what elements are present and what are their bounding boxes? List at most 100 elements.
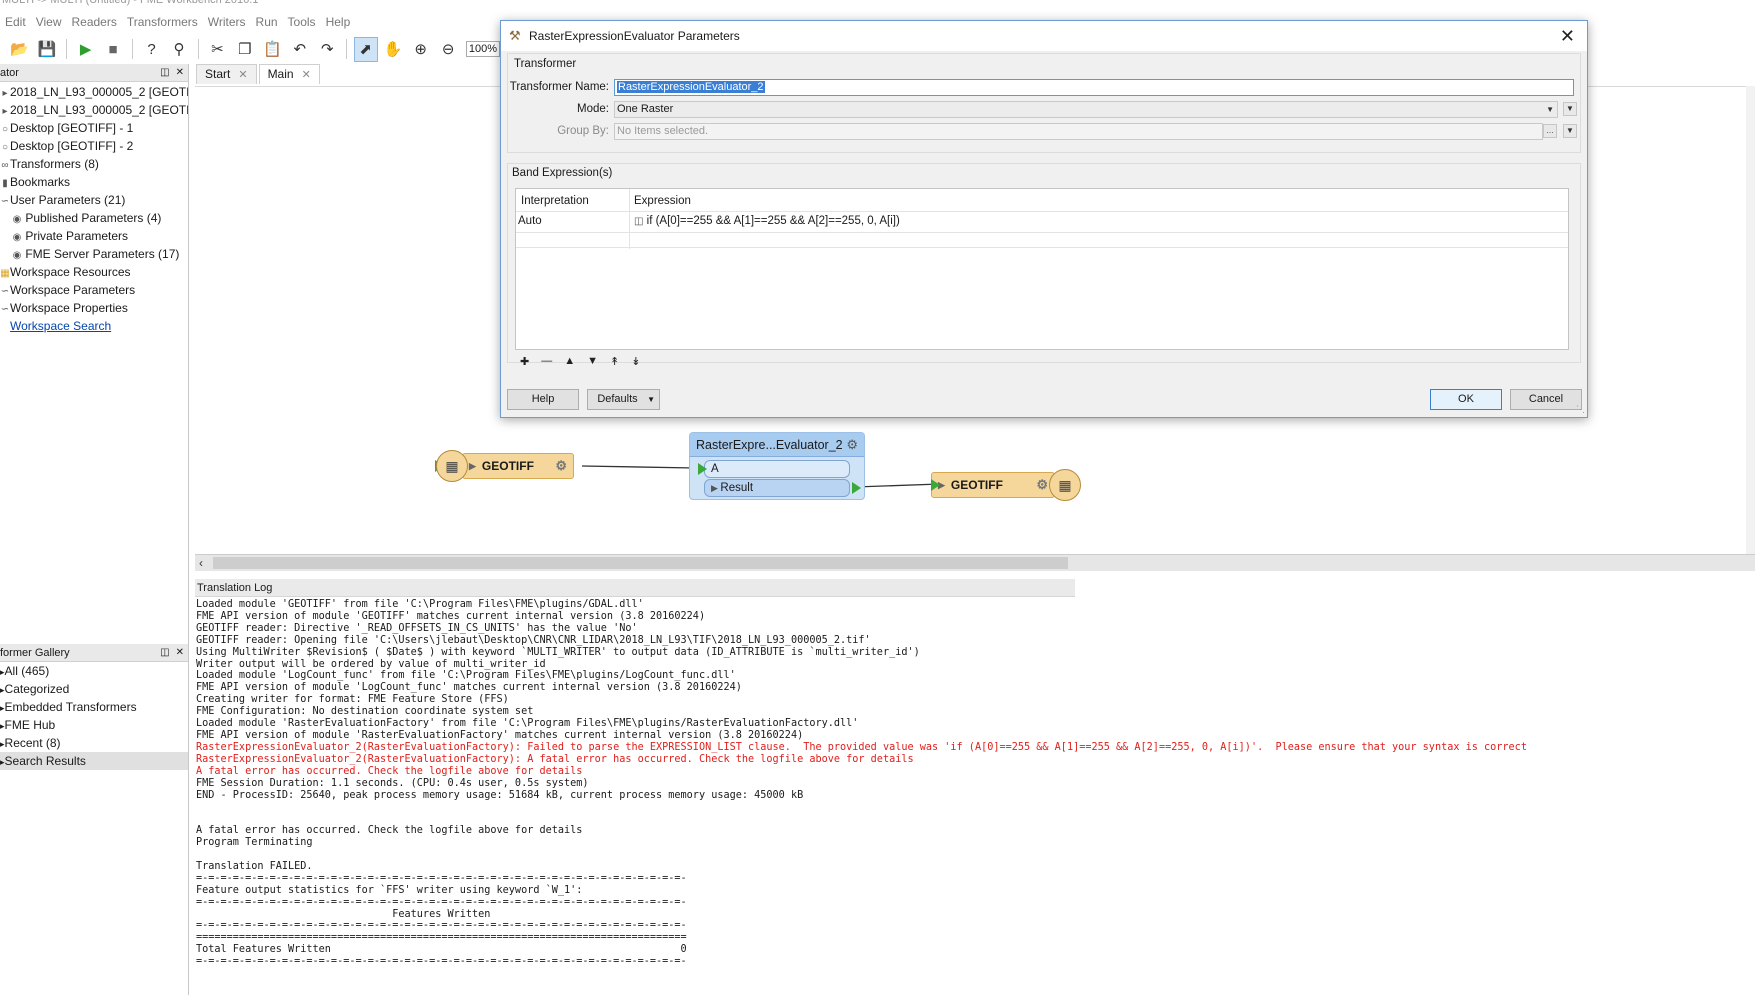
nav-item-desktop-1[interactable]: ○ Desktop [GEOTIFF] - 1 (0, 119, 188, 137)
nav-item-workspace-search[interactable]: Workspace Search (0, 317, 188, 335)
nav-item-workspace-parameters[interactable]: ∽Workspace Parameters (0, 281, 188, 299)
transformer-name-input[interactable]: RasterExpressionEvaluator_2 (614, 79, 1574, 96)
expression-editor-icon[interactable]: ◫ (634, 216, 643, 227)
transformer-wrench-icon: ⚒ (509, 28, 521, 43)
group-by-menu-button[interactable]: ▼ (1563, 124, 1577, 138)
gallery-item-fme-hub[interactable]: ▸FME Hub (0, 716, 188, 734)
close-icon[interactable]: ✕ (238, 69, 247, 81)
float-icon[interactable]: ◫ (160, 647, 169, 658)
zoom-out-icon[interactable]: ⊖ (436, 37, 459, 62)
close-icon[interactable]: ✕ (1560, 21, 1575, 51)
chevron-down-icon: ▼ (647, 395, 655, 404)
inspect-icon[interactable]: ⚲ (167, 37, 190, 62)
gear-icon[interactable]: ⚙ (555, 458, 567, 474)
gallery-item-recent[interactable]: ▸Recent (8) (0, 734, 188, 752)
column-header-expression[interactable]: Expression (634, 195, 691, 207)
gear-icon[interactable]: ⚙ (846, 433, 858, 457)
group-by-field[interactable]: No Items selected. (614, 123, 1543, 140)
move-down-icon[interactable]: ▼ (587, 355, 598, 368)
nav-item-bookmarks[interactable]: ▮ Bookmarks (0, 173, 188, 191)
output-port-result[interactable]: ▶ Result (704, 479, 850, 497)
dialog-titlebar[interactable]: ⚒ RasterExpressionEvaluator Parameters ✕ (501, 21, 1587, 51)
scrollbar-thumb[interactable] (213, 557, 1068, 569)
input-port-icon[interactable] (931, 479, 940, 491)
scroll-left-icon[interactable]: ‹ (199, 556, 203, 570)
parameters-icon: ◉ (12, 232, 22, 243)
pan-hand-icon[interactable]: ✋ (382, 37, 405, 62)
redo-icon[interactable]: ↷ (316, 37, 339, 62)
ok-button[interactable]: OK (1430, 389, 1502, 410)
close-icon[interactable]: ✕ (176, 647, 184, 658)
nav-item-private-parameters[interactable]: ◉ Private Parameters (0, 227, 188, 245)
nav-item-transformers[interactable]: ∞Transformers (8) (0, 155, 188, 173)
add-row-icon[interactable]: ✚ (520, 355, 529, 368)
copy-icon[interactable]: ❐ (233, 37, 256, 62)
reader-node[interactable]: ▦ ▶ GEOTIFF ⚙ (435, 450, 574, 482)
writer-node[interactable]: ▶ GEOTIFF ⚙ ▦ (931, 469, 1081, 501)
output-arrow-icon[interactable] (852, 482, 861, 494)
mode-menu-button[interactable]: ▼ (1563, 102, 1577, 116)
input-port-a[interactable]: A (704, 460, 850, 478)
select-pointer-icon[interactable]: ⬈ (353, 36, 378, 62)
reader-feature-type[interactable]: ▶ GEOTIFF ⚙ (462, 453, 574, 479)
nav-item-reader-dataset[interactable]: ▸ 2018_LN_L93_000005_2 [GEOTIF... (0, 83, 188, 101)
gallery-item-search-results[interactable]: ▸Search Results (0, 752, 188, 770)
stop-icon[interactable]: ■ (101, 37, 124, 62)
float-icon[interactable]: ◫ (160, 67, 169, 78)
writer-feature-type[interactable]: ▶ GEOTIFF ⚙ (931, 472, 1055, 498)
cut-icon[interactable]: ✂ (206, 37, 229, 62)
transformer-node[interactable]: RasterExpre...Evaluator_2 ⚙ A ▶ Result (689, 432, 865, 500)
gallery-item-embedded[interactable]: ▸Embedded Transformers (0, 698, 188, 716)
move-top-icon[interactable]: ↟ (610, 355, 619, 368)
tab-main[interactable]: Main ✕ (258, 64, 320, 84)
nav-item-writer-dataset[interactable]: ▸ 2018_LN_L93_000005_2 [GEOTIF... (0, 101, 188, 119)
group-by-browse-button[interactable]: … (1543, 124, 1557, 138)
nav-item-fme-server-parameters[interactable]: ◉ FME Server Parameters (17) (0, 245, 188, 263)
translation-log-text[interactable]: Loaded module 'GEOTIFF' from file 'C:\Pr… (195, 597, 1755, 968)
expression-cell[interactable]: ◫ if (A[0]==255 && A[1]==255 && A[2]==25… (634, 215, 900, 227)
nav-item-published-parameters[interactable]: ◉ Published Parameters (4) (0, 209, 188, 227)
menu-edit[interactable]: Edit (0, 12, 31, 32)
move-up-icon[interactable]: ▲ (564, 355, 575, 368)
run-icon[interactable]: ▶ (74, 37, 97, 62)
save-icon[interactable]: 💾 (35, 37, 58, 62)
nav-item-workspace-properties[interactable]: ∽Workspace Properties (0, 299, 188, 317)
menu-readers[interactable]: Readers (66, 12, 121, 32)
gallery-item-categorized[interactable]: ▸Categorized (0, 680, 188, 698)
menu-transformers[interactable]: Transformers (122, 12, 203, 32)
undo-icon[interactable]: ↶ (288, 37, 311, 62)
defaults-button[interactable]: Defaults ▼ (587, 389, 660, 410)
zoom-in-icon[interactable]: ⊕ (409, 37, 432, 62)
zoom-level[interactable]: 100% (465, 41, 501, 57)
open-icon[interactable]: 📂 (8, 37, 31, 62)
menu-writers[interactable]: Writers (203, 12, 251, 32)
remove-row-icon[interactable]: — (541, 355, 552, 368)
interpretation-cell[interactable]: Auto (518, 215, 542, 227)
move-bottom-icon[interactable]: ↡ (631, 355, 640, 368)
gallery-item-all[interactable]: ▸All (465) (0, 662, 188, 680)
close-icon[interactable]: ✕ (176, 67, 184, 78)
close-icon[interactable]: ✕ (302, 69, 311, 81)
column-header-interpretation[interactable]: Interpretation (521, 195, 589, 207)
paste-icon[interactable]: 📋 (261, 37, 284, 62)
gear-icon[interactable]: ⚙ (1036, 477, 1048, 493)
log-line: END - ProcessID: 25640, peak process mem… (196, 789, 804, 801)
tab-start[interactable]: Start ✕ (196, 64, 257, 84)
resize-grip-icon[interactable]: ⋱ (1576, 404, 1585, 415)
menu-run[interactable]: Run (251, 12, 283, 32)
transformer-header[interactable]: RasterExpre...Evaluator_2 ⚙ (690, 433, 864, 457)
nav-item-desktop-2[interactable]: ○ Desktop [GEOTIFF] - 2 (0, 137, 188, 155)
mode-select[interactable]: One Raster ▼ (614, 101, 1558, 118)
help-query-icon[interactable]: ? (140, 37, 163, 62)
canvas-vertical-scrollbar[interactable] (1746, 86, 1755, 554)
menu-view[interactable]: View (31, 12, 67, 32)
column-divider (629, 189, 630, 249)
help-button[interactable]: Help (507, 389, 579, 410)
menu-tools[interactable]: Tools (283, 12, 321, 32)
cancel-button[interactable]: Cancel (1510, 389, 1582, 410)
canvas-horizontal-scrollbar[interactable]: ‹ (195, 554, 1755, 571)
nav-item-user-parameters[interactable]: ∽User Parameters (21) (0, 191, 188, 209)
nav-item-workspace-resources[interactable]: ▦Workspace Resources (0, 263, 188, 281)
expand-icon[interactable]: ▶ (469, 461, 476, 472)
menu-help[interactable]: Help (321, 12, 356, 32)
